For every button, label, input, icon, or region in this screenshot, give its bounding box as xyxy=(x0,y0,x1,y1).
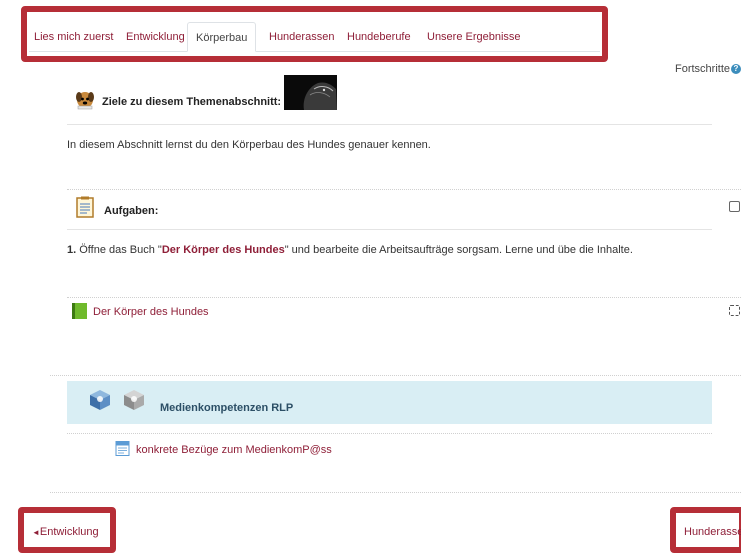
section-divider xyxy=(67,433,712,434)
tasks-heading: Aufgaben: xyxy=(104,205,159,217)
media-heading: Medienkompetenzen RLP xyxy=(160,402,294,414)
goals-text: In diesem Abschnitt lernst du den Körper… xyxy=(67,139,431,151)
section-divider xyxy=(67,297,741,298)
media-link[interactable]: konkrete Bezüge zum MedienkomP@ss xyxy=(136,444,332,456)
tab-koerperbau[interactable]: Körperbau xyxy=(187,22,257,52)
completion-checkbox[interactable] xyxy=(729,201,740,212)
dog-face-icon xyxy=(75,90,95,110)
next-section-link[interactable]: Hunderassen xyxy=(684,526,741,538)
cube-blue-icon xyxy=(89,389,111,411)
document-icon xyxy=(115,441,130,456)
section-divider xyxy=(67,189,741,190)
tab-hundeberufe[interactable]: Hundeberufe xyxy=(347,22,411,50)
book-link[interactable]: Der Körper des Hundes xyxy=(162,244,285,256)
tab-hunderassen[interactable]: Hunderassen xyxy=(269,22,334,50)
arrow-left-icon: ◄ xyxy=(32,528,40,537)
tab-bar: Lies mich zuerst Entwicklung Körperbau H… xyxy=(21,6,608,62)
section-divider xyxy=(50,492,741,493)
completion-checkbox-manual[interactable] xyxy=(729,305,740,316)
activity-link[interactable]: Der Körper des Hundes xyxy=(93,306,209,318)
prev-section-link[interactable]: ◄Entwicklung xyxy=(32,526,99,538)
task-text-before: Öffne das Buch " xyxy=(76,244,162,256)
tab-row: Lies mich zuerst Entwicklung Körperbau H… xyxy=(29,22,600,52)
prev-section-label: Entwicklung xyxy=(39,526,99,538)
tab-entwicklung[interactable]: Entwicklung xyxy=(126,22,185,50)
goals-heading: Ziele zu diesem Themenabschnitt: xyxy=(102,96,282,108)
task-instruction: 1. Öffne das Buch "Der Körper des Hundes… xyxy=(67,244,633,256)
progress-indicator: Fortschritte? xyxy=(675,63,741,75)
divider xyxy=(67,229,712,230)
progress-label: Fortschritte xyxy=(674,63,730,75)
tab-unsere-ergebnisse[interactable]: Unsere Ergebnisse xyxy=(427,22,521,50)
task-number: 1. xyxy=(67,244,77,256)
cube-gray-icon xyxy=(123,389,145,411)
dog-photo xyxy=(284,75,337,110)
help-icon[interactable]: ? xyxy=(731,64,741,75)
task-text-after: " und bearbeite die Arbeitsaufträge sorg… xyxy=(284,244,633,256)
divider xyxy=(67,124,712,125)
section-divider xyxy=(50,375,741,376)
notepad-icon xyxy=(75,196,95,218)
book-icon xyxy=(72,303,87,319)
tab-lies-mich-zuerst[interactable]: Lies mich zuerst xyxy=(34,22,113,50)
